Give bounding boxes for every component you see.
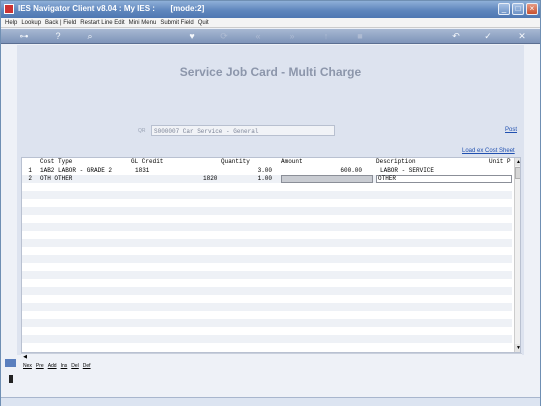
vertical-scrollbar[interactable]: ▲ ▼ xyxy=(514,158,520,352)
description-input[interactable]: OTHER xyxy=(376,175,512,183)
empty-row xyxy=(22,303,512,311)
menu-submit-field[interactable]: Submit Field xyxy=(160,18,193,28)
empty-row xyxy=(22,319,512,327)
next-action[interactable]: Nex xyxy=(23,363,32,369)
header-unit-price: Unit P xyxy=(489,158,511,165)
search-icon[interactable]: ⌕ xyxy=(83,30,97,42)
default-action[interactable]: Def xyxy=(83,363,91,369)
up-icon[interactable]: ↑ xyxy=(319,30,333,42)
header-gl-credit: GL Credit xyxy=(131,158,164,165)
fast-forward-icon[interactable]: » xyxy=(285,30,299,42)
key-icon[interactable]: ⊶ xyxy=(15,30,33,42)
main-content: Service Job Card - Multi Charge QR S0000… xyxy=(17,45,524,355)
check-icon[interactable]: ✓ xyxy=(481,30,495,42)
previous-action[interactable]: Pre xyxy=(36,363,44,369)
job-card-selector-value: S000007 Car Service - General xyxy=(154,128,259,135)
maximize-button[interactable]: □ xyxy=(512,3,524,15)
table-row[interactable]: 1 1AB2 LABOR - GRADE 2 1831 3.00 600.00 … xyxy=(22,167,512,175)
add-action[interactable]: Add xyxy=(48,363,57,369)
header-description: Description xyxy=(376,158,416,165)
cell-quantity: 3.00 xyxy=(257,167,272,174)
horizontal-scrollbar[interactable]: ◀ xyxy=(21,353,522,361)
scroll-up-icon[interactable]: ▲ xyxy=(515,158,520,166)
refresh-icon[interactable]: ⟳ xyxy=(217,30,231,42)
empty-row xyxy=(22,223,512,231)
back-icon[interactable]: ↶ xyxy=(449,30,463,42)
window-title: IES Navigator Client v8.04 : My IES : [m… xyxy=(18,4,205,13)
menu-quit[interactable]: Quit xyxy=(198,18,209,28)
cell-cost-type: 1AB2 LABOR - GRADE 2 xyxy=(40,167,113,174)
status-bar xyxy=(1,397,540,406)
cell-quantity: 1.00 xyxy=(257,175,272,182)
table-row[interactable]: 2 OTH OTHER 1820 1.00 OTHER xyxy=(22,175,512,183)
empty-row xyxy=(22,255,512,263)
scroll-thumb[interactable] xyxy=(515,167,520,179)
cell-gl-credit: 1820 xyxy=(203,175,218,182)
header-quantity: Quantity xyxy=(221,158,250,165)
empty-row xyxy=(22,287,512,295)
cell-amount: 600.00 xyxy=(340,167,362,174)
cell-cost-type: OTH OTHER xyxy=(40,175,73,182)
help-icon[interactable]: ? xyxy=(51,30,65,42)
grid-header: Cost Type GL Credit Quantity Amount Desc… xyxy=(22,158,512,166)
window-icon[interactable] xyxy=(5,359,16,367)
app-logo-icon xyxy=(4,4,14,14)
cell-description: LABOR - SERVICE xyxy=(380,167,435,174)
menu-help[interactable]: Help xyxy=(5,18,17,28)
row-number: 1 xyxy=(28,167,32,174)
minimize-button[interactable]: _ xyxy=(498,3,510,15)
header-cost-type: Cost Type xyxy=(40,158,73,165)
menu-restart-line-edit[interactable]: Restart Line Edit xyxy=(80,18,124,28)
empty-row xyxy=(22,335,512,343)
description-input-value: OTHER xyxy=(378,175,397,182)
menu-lookup[interactable]: Lookup xyxy=(21,18,41,28)
selector-prefix: QR xyxy=(138,128,146,134)
stop-icon[interactable]: ■ xyxy=(353,30,367,42)
heart-icon[interactable]: ♥ xyxy=(185,30,199,42)
title-bar: IES Navigator Client v8.04 : My IES : [m… xyxy=(1,1,540,18)
page-title: Service Job Card - Multi Charge xyxy=(179,65,362,79)
empty-row xyxy=(22,191,512,199)
load-cost-sheet-link[interactable]: Load ex Cost Sheet xyxy=(462,148,515,154)
post-link[interactable]: Post xyxy=(505,127,517,133)
header-amount: Amount xyxy=(281,158,303,165)
scroll-down-icon[interactable]: ▼ xyxy=(515,344,520,352)
close-window-button[interactable]: × xyxy=(526,3,538,15)
left-icon-bar xyxy=(4,359,18,389)
charges-grid: Cost Type GL Credit Quantity Amount Desc… xyxy=(21,157,521,353)
row-number: 2 xyxy=(28,175,32,182)
cell-gl-credit: 1831 xyxy=(135,167,150,174)
delete-action[interactable]: Del xyxy=(71,363,79,369)
empty-row xyxy=(22,207,512,215)
scroll-left-icon[interactable]: ◀ xyxy=(21,354,29,361)
rewind-icon[interactable]: « xyxy=(251,30,265,42)
job-card-selector-field[interactable]: S000007 Car Service - General xyxy=(151,125,335,136)
menu-back-field[interactable]: Back | Field xyxy=(45,18,76,28)
menu-mini-menu[interactable]: Mini Menu xyxy=(129,18,157,28)
insert-action[interactable]: Ins xyxy=(61,363,68,369)
empty-row xyxy=(22,271,512,279)
row-actions-menu: Nex Pre Add Ins Del Def xyxy=(23,363,95,372)
menu-bar: Help Lookup Back | Field Restart Line Edit M… xyxy=(1,18,540,28)
empty-row xyxy=(22,239,512,247)
close-icon[interactable]: ✕ xyxy=(515,30,529,42)
toolbar: ⊶ ? ⌕ ♥ ⟳ « » ↑ ■ ↶ ✓ ✕ xyxy=(1,29,540,44)
amount-input[interactable] xyxy=(281,175,373,183)
tool-icon[interactable] xyxy=(9,375,13,383)
app-window: IES Navigator Client v8.04 : My IES : [m… xyxy=(0,0,541,406)
